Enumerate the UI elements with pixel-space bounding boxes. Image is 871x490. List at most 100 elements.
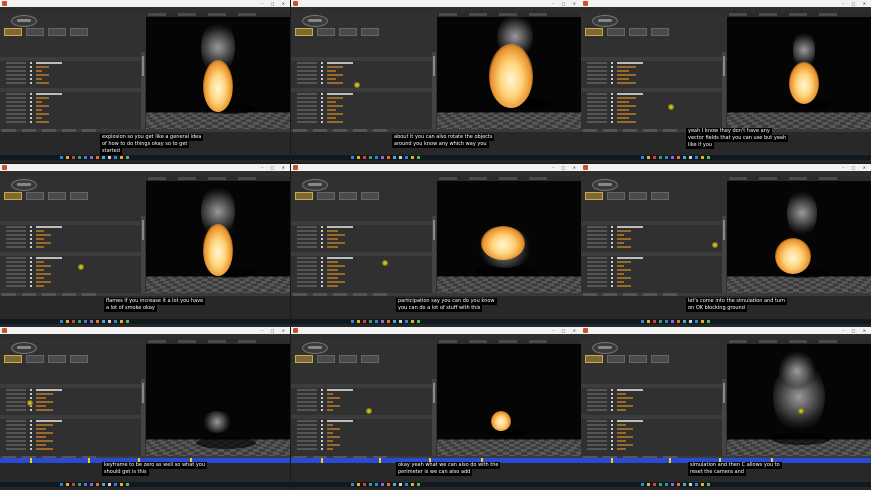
- parameter-slider[interactable]: [36, 265, 51, 267]
- mode-button[interactable]: [361, 192, 379, 200]
- parameter-checkbox[interactable]: [611, 78, 613, 80]
- parameter-slider[interactable]: [36, 121, 49, 123]
- parameter-slider[interactable]: [327, 74, 343, 76]
- parameter-slider[interactable]: [617, 401, 626, 403]
- parameter-row[interactable]: [587, 82, 697, 85]
- 3d-viewport[interactable]: [437, 176, 581, 293]
- parameter-checkbox[interactable]: [30, 242, 32, 244]
- taskbar-icon[interactable]: [102, 156, 105, 159]
- timeline-keyframe[interactable]: [30, 458, 32, 463]
- mode-button[interactable]: [651, 192, 669, 200]
- parameter-checkbox[interactable]: [611, 226, 613, 228]
- parameter-row[interactable]: [297, 444, 407, 447]
- 3d-viewport[interactable]: [437, 339, 581, 456]
- taskbar-icon[interactable]: [665, 483, 668, 486]
- viewport-tab[interactable]: [148, 177, 166, 180]
- parameter-checkbox[interactable]: [611, 448, 613, 450]
- mode-button[interactable]: [339, 28, 357, 36]
- parameter-slider[interactable]: [617, 269, 631, 271]
- parameter-checkbox[interactable]: [321, 226, 323, 228]
- parameter-checkbox[interactable]: [30, 440, 32, 442]
- taskbar-icon[interactable]: [399, 483, 402, 486]
- parameter-slider[interactable]: [327, 269, 338, 271]
- parameter-slider[interactable]: [617, 97, 636, 99]
- parameter-slider[interactable]: [327, 117, 336, 119]
- taskbar-icon[interactable]: [96, 320, 99, 323]
- parameter-slider[interactable]: [36, 109, 42, 111]
- parameter-row[interactable]: [587, 424, 697, 427]
- parameter-field[interactable]: [617, 226, 643, 228]
- parameter-slider[interactable]: [617, 261, 631, 263]
- bottom-tab[interactable]: [603, 129, 617, 132]
- taskbar-icon[interactable]: [60, 483, 63, 486]
- taskbar-icon[interactable]: [357, 483, 360, 486]
- parameter-row[interactable]: [297, 401, 407, 404]
- mode-button[interactable]: [4, 355, 22, 363]
- parameter-field[interactable]: [327, 226, 353, 228]
- parameter-slider[interactable]: [36, 66, 49, 68]
- parameter-slider[interactable]: [327, 265, 345, 267]
- viewport-tab[interactable]: [469, 340, 487, 343]
- parameter-slider[interactable]: [617, 265, 624, 267]
- parameter-row[interactable]: [587, 393, 697, 396]
- viewport-tab[interactable]: [819, 177, 837, 180]
- parameter-slider[interactable]: [36, 230, 44, 232]
- taskbar-icon[interactable]: [60, 156, 63, 159]
- taskbar-icon[interactable]: [66, 320, 69, 323]
- timeline-keyframe[interactable]: [88, 458, 90, 463]
- parameter-row[interactable]: [297, 269, 407, 272]
- bottom-tab[interactable]: [353, 293, 367, 296]
- parameter-row[interactable]: [587, 109, 697, 112]
- mode-button[interactable]: [607, 355, 625, 363]
- mode-button[interactable]: [70, 355, 88, 363]
- parameter-row[interactable]: [587, 401, 697, 404]
- parameter-checkbox[interactable]: [321, 257, 323, 259]
- taskbar-icon[interactable]: [351, 483, 354, 486]
- parameter-checkbox[interactable]: [30, 436, 32, 438]
- parameter-row[interactable]: [297, 238, 407, 241]
- parameter-field[interactable]: [617, 93, 643, 95]
- parameter-checkbox[interactable]: [321, 97, 323, 99]
- bottom-tab[interactable]: [42, 129, 56, 132]
- parameter-slider[interactable]: [327, 277, 338, 279]
- parameter-checkbox[interactable]: [30, 78, 32, 80]
- parameter-checkbox[interactable]: [611, 436, 613, 438]
- parameter-row[interactable]: [6, 428, 116, 431]
- taskbar-icon[interactable]: [351, 320, 354, 323]
- parameter-checkbox[interactable]: [611, 273, 613, 275]
- parameter-checkbox[interactable]: [611, 230, 613, 232]
- parameter-row[interactable]: [297, 97, 407, 100]
- parameter-slider[interactable]: [36, 269, 44, 271]
- bottom-tab[interactable]: [643, 129, 657, 132]
- bottom-tab[interactable]: [373, 129, 387, 132]
- parameter-checkbox[interactable]: [611, 246, 613, 248]
- parameter-row[interactable]: [587, 440, 697, 443]
- parameter-checkbox[interactable]: [321, 424, 323, 426]
- parameter-slider[interactable]: [617, 397, 633, 399]
- parameter-checkbox[interactable]: [321, 70, 323, 72]
- taskbar-icon[interactable]: [126, 156, 129, 159]
- viewport-tab[interactable]: [819, 13, 837, 16]
- 3d-viewport[interactable]: [146, 339, 290, 456]
- parameter-slider[interactable]: [36, 409, 53, 411]
- parameter-slider[interactable]: [327, 397, 340, 399]
- bottom-tab[interactable]: [663, 129, 677, 132]
- mode-button[interactable]: [585, 28, 603, 36]
- viewport-tab[interactable]: [819, 340, 837, 343]
- parameter-checkbox[interactable]: [30, 97, 32, 99]
- parameter-checkbox[interactable]: [321, 74, 323, 76]
- taskbar-icon[interactable]: [84, 156, 87, 159]
- parameter-row[interactable]: [6, 269, 116, 272]
- mode-button[interactable]: [4, 28, 22, 36]
- parameter-slider[interactable]: [617, 277, 631, 279]
- parameter-slider[interactable]: [327, 234, 345, 236]
- panel-scrollbar[interactable]: [722, 52, 726, 130]
- parameter-slider[interactable]: [36, 113, 49, 115]
- taskbar-icon[interactable]: [653, 483, 656, 486]
- parameter-checkbox[interactable]: [611, 428, 613, 430]
- bottom-tab[interactable]: [22, 293, 36, 296]
- parameter-slider[interactable]: [617, 432, 626, 434]
- mode-button[interactable]: [651, 28, 669, 36]
- viewport-tab[interactable]: [178, 340, 196, 343]
- parameter-slider[interactable]: [327, 109, 336, 111]
